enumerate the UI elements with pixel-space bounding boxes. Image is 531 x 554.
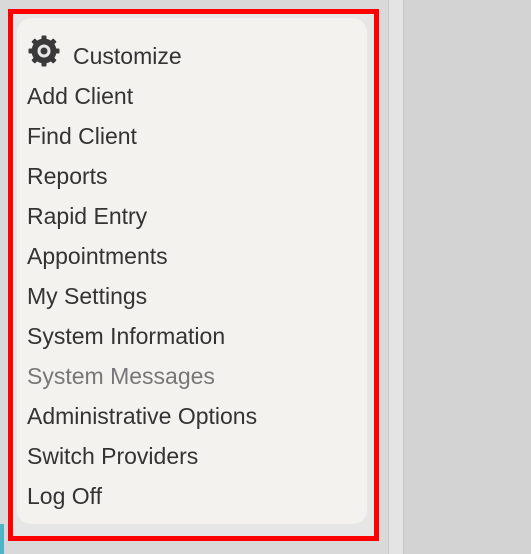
menu-item-label: Rapid Entry — [27, 203, 148, 229]
menu-item-find-client[interactable]: Find Client — [27, 116, 357, 156]
gear-icon — [27, 34, 61, 68]
menu-item-label: System Messages — [27, 363, 215, 389]
menu-item-switch-providers[interactable]: Switch Providers — [27, 436, 357, 476]
menu-item-customize[interactable]: Customize — [27, 30, 357, 76]
menu-item-label: Add Client — [27, 83, 134, 109]
menu-item-appointments[interactable]: Appointments — [27, 236, 357, 276]
menu-item-add-client[interactable]: Add Client — [27, 76, 357, 116]
menu-item-label: Log Off — [27, 483, 103, 509]
scrollbar-divider — [388, 0, 404, 554]
menu-item-label: My Settings — [27, 283, 148, 309]
menu-item-label: Find Client — [27, 123, 137, 149]
menu-item-rapid-entry[interactable]: Rapid Entry — [27, 196, 357, 236]
menu-list: Customize Add Client Find Client Reports… — [27, 30, 357, 516]
menu-item-label: Switch Providers — [27, 443, 199, 469]
menu-item-label: Appointments — [27, 243, 168, 269]
background-right — [404, 0, 531, 554]
menu-item-system-messages: System Messages — [27, 356, 357, 396]
menu-item-label: System Information — [27, 323, 226, 349]
left-edge-accent — [0, 524, 4, 554]
menu-item-label: Reports — [27, 163, 108, 189]
menu-item-reports[interactable]: Reports — [27, 156, 357, 196]
menu-item-log-off[interactable]: Log Off — [27, 476, 357, 516]
menu-item-my-settings[interactable]: My Settings — [27, 276, 357, 316]
menu-panel: Customize Add Client Find Client Reports… — [17, 18, 367, 524]
menu-item-administrative-options[interactable]: Administrative Options — [27, 396, 357, 436]
menu-item-label: Customize — [73, 43, 182, 69]
menu-item-system-information[interactable]: System Information — [27, 316, 357, 356]
menu-item-label: Administrative Options — [27, 403, 258, 429]
